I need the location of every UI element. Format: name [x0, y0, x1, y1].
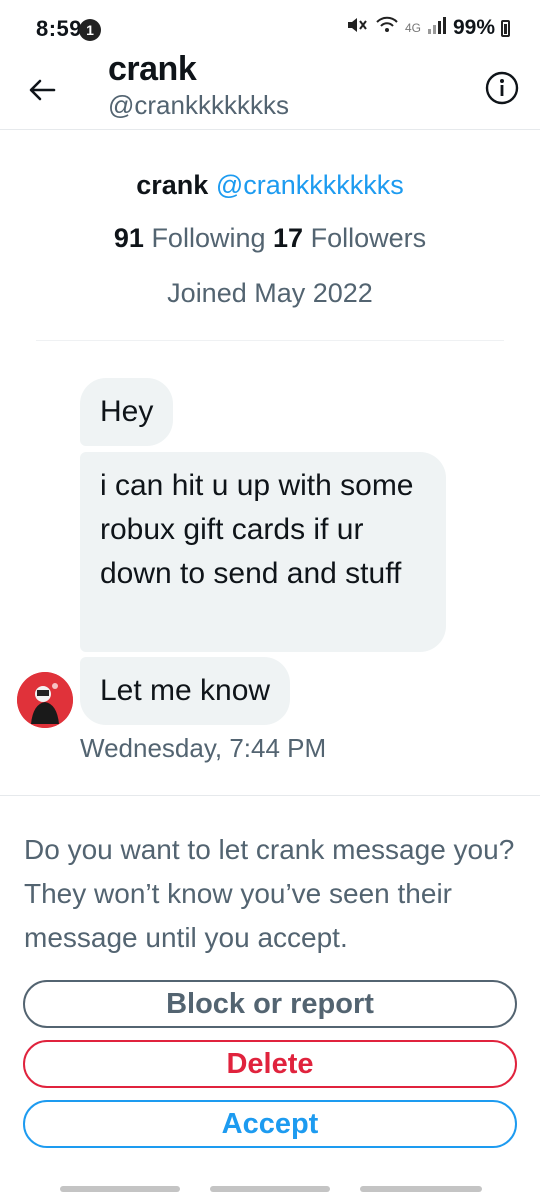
followers-link[interactable]: 17 Followers	[273, 223, 426, 253]
status-icons: 4G 99%	[345, 14, 510, 42]
nav-back-button[interactable]	[360, 1186, 482, 1192]
wifi-icon	[375, 14, 399, 42]
status-bar: 8:59 1 4G 99%	[0, 0, 540, 52]
profile-name: crank	[136, 170, 209, 200]
info-icon	[485, 71, 519, 105]
joined-date: Joined May 2022	[167, 278, 373, 308]
following-label: Following	[151, 223, 266, 253]
header-handle: @crankkkkkkks	[108, 90, 289, 120]
notification-badge: 1	[79, 19, 101, 41]
signal-icon	[427, 15, 447, 41]
block-or-report-button[interactable]: Block or report	[23, 980, 517, 1028]
divider	[36, 340, 504, 341]
profile-summary: crank @crankkkkkkks 91 Following 17 Foll…	[0, 170, 540, 309]
nav-home-button[interactable]	[210, 1186, 330, 1192]
profile-stats: 91 Following 17 Followers	[0, 223, 540, 254]
message-timestamp: Wednesday, 7:44 PM	[80, 733, 327, 763]
accept-button[interactable]: Accept	[23, 1100, 517, 1148]
followers-count: 17	[273, 223, 304, 253]
following-link[interactable]: 91 Following	[114, 223, 266, 253]
info-button[interactable]	[484, 70, 520, 106]
nav-recents-button[interactable]	[60, 1186, 180, 1192]
system-nav-bar	[0, 1182, 540, 1200]
followers-label: Followers	[310, 223, 427, 253]
following-count: 91	[113, 223, 144, 253]
message-bubble[interactable]: Let me know	[80, 657, 291, 725]
profile-identity[interactable]: crank @crankkkkkkks	[0, 170, 540, 201]
avatar[interactable]	[17, 672, 73, 728]
back-button[interactable]	[24, 72, 60, 108]
mute-vibrate-icon	[345, 14, 369, 42]
message-request-prompt: Do you want to let crank message you? Th…	[24, 834, 515, 953]
battery-percent: 99%	[452, 16, 495, 39]
divider	[0, 795, 540, 796]
profile-handle: @crankkkkkkks	[215, 170, 404, 200]
status-time: 8:59	[36, 16, 83, 41]
delete-button[interactable]: Delete	[23, 1040, 517, 1088]
back-arrow-icon	[29, 79, 56, 101]
network-type: 4G	[404, 21, 421, 35]
conversation-header: crank @crankkkkkkks	[0, 50, 540, 130]
message-bubble[interactable]: i can hit u up with some robux gift card…	[80, 452, 446, 652]
battery-icon	[501, 19, 510, 37]
message-bubble[interactable]: Hey	[80, 378, 174, 446]
header-name: crank	[108, 50, 197, 88]
